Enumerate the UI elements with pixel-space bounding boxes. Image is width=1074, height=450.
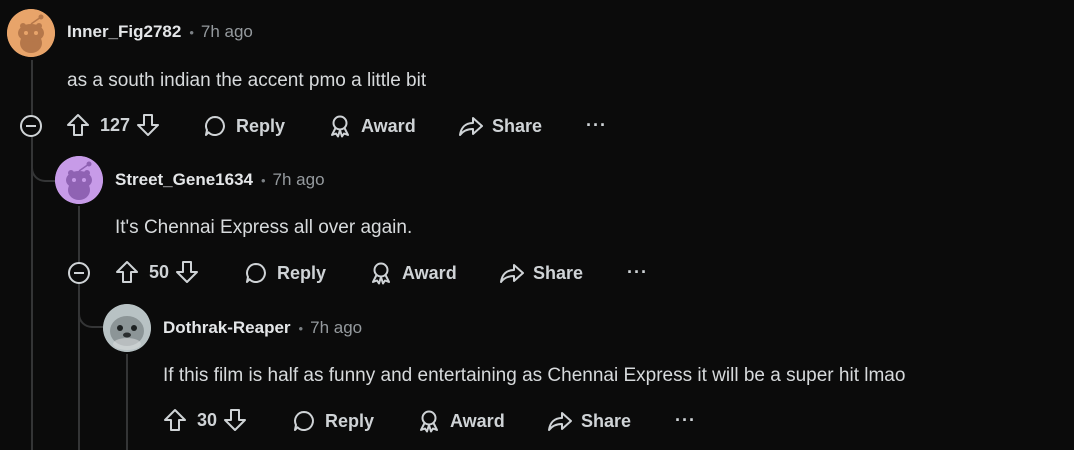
reply-label: Reply: [236, 115, 286, 136]
vote-group: 127: [66, 112, 160, 138]
thread-line-level-3[interactable]: [126, 354, 128, 450]
comment-body: If this film is half as funny and entert…: [163, 365, 906, 386]
reply-label: Reply: [325, 410, 375, 431]
downvote-icon[interactable]: [175, 259, 199, 285]
downvote-icon[interactable]: [136, 112, 160, 138]
more-options-button[interactable]: ···: [586, 115, 607, 136]
award-icon: [331, 115, 349, 138]
award-icon: [420, 410, 438, 433]
username[interactable]: Inner_Fig2782: [67, 22, 181, 42]
share-label: Share: [492, 115, 543, 136]
user-avatar[interactable]: [55, 156, 103, 204]
comment-body: It's Chennai Express all over again.: [115, 217, 413, 238]
meta-separator: •: [298, 320, 304, 336]
more-options-button[interactable]: ···: [675, 410, 696, 431]
upvote-icon[interactable]: [115, 259, 139, 285]
comment-meta: Inner_Fig2782 • 7h ago: [67, 22, 253, 42]
username[interactable]: Street_Gene1634: [115, 170, 253, 190]
reply-label: Reply: [277, 262, 327, 283]
more-options-button[interactable]: ···: [627, 262, 648, 283]
vote-score: 50: [149, 261, 170, 282]
award-button[interactable]: Award: [417, 409, 505, 433]
reply-bubble-icon: [205, 116, 225, 136]
reply-button[interactable]: Reply: [244, 261, 326, 285]
meta-separator: •: [260, 172, 266, 188]
share-button[interactable]: Share: [499, 261, 583, 285]
timestamp[interactable]: 7h ago: [310, 318, 362, 338]
vote-score: 30: [197, 409, 218, 430]
upvote-icon[interactable]: [66, 112, 90, 138]
username[interactable]: Dothrak-Reaper: [163, 318, 291, 338]
timestamp[interactable]: 7h ago: [273, 170, 325, 190]
award-label: Award: [450, 410, 505, 431]
share-arrow-icon: [459, 117, 483, 136]
comment-meta: Dothrak-Reaper • 7h ago: [163, 318, 362, 338]
comment-meta: Street_Gene1634 • 7h ago: [115, 170, 325, 190]
award-button[interactable]: Award: [369, 261, 457, 285]
seal-photo-avatar-icon: [103, 304, 151, 352]
reply-button[interactable]: Reply: [292, 409, 374, 433]
thread-elbow-level-2: [31, 140, 57, 182]
vote-score: 127: [100, 114, 131, 135]
user-avatar[interactable]: [7, 9, 55, 57]
vote-group: 50: [115, 259, 199, 285]
share-button[interactable]: Share: [458, 114, 542, 138]
award-button[interactable]: Award: [328, 114, 416, 138]
share-label: Share: [581, 410, 632, 431]
reply-bubble-icon: [246, 263, 266, 283]
user-avatar[interactable]: [103, 304, 151, 352]
upvote-icon[interactable]: [163, 407, 187, 433]
snoo-avatar-icon: [55, 156, 103, 204]
comment-body: as a south indian the accent pmo a littl…: [67, 70, 427, 91]
snoo-avatar-icon: [7, 9, 55, 57]
award-label: Award: [361, 115, 416, 136]
share-button[interactable]: Share: [547, 409, 631, 433]
share-label: Share: [533, 262, 584, 283]
thread-elbow-level-3: [78, 286, 104, 328]
downvote-icon[interactable]: [223, 407, 247, 433]
meta-separator: •: [189, 24, 194, 40]
reply-button[interactable]: Reply: [203, 114, 285, 138]
share-arrow-icon: [548, 412, 572, 431]
share-arrow-icon: [500, 264, 524, 283]
timestamp[interactable]: 7h ago: [201, 22, 253, 42]
collapse-button[interactable]: [68, 262, 90, 284]
collapse-button[interactable]: [20, 115, 42, 137]
award-icon: [372, 262, 390, 285]
reply-bubble-icon: [294, 411, 314, 431]
award-label: Award: [402, 262, 457, 283]
thread-line-level-2[interactable]: [78, 206, 80, 450]
vote-group: 30: [163, 407, 247, 433]
